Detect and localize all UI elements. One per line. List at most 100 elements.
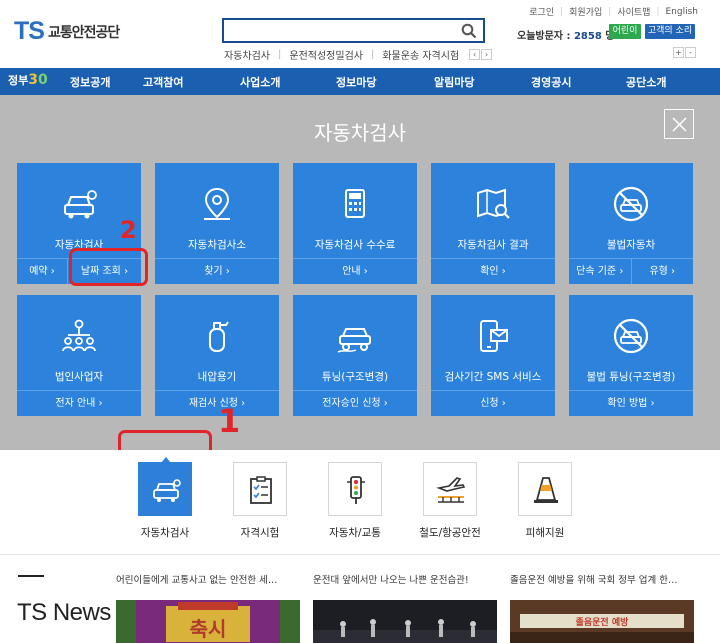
annotation-number-1: 1 [218,402,241,440]
tile-tuning: 튜닝(구조변경) 전자승인 신청 › [293,295,417,416]
category-tile[interactable] [328,462,382,516]
news-card[interactable]: 운전대 앞에서만 나오는 나쁜 운전습관! [313,572,497,643]
category-traffic[interactable]: 자동차/교통 [321,462,389,540]
reservation-link[interactable]: 예약 › [17,259,67,284]
search-icon[interactable] [461,23,477,39]
category-tile[interactable] [233,462,287,516]
category-tile[interactable] [138,457,192,516]
sms-apply-link[interactable]: 신청 › [431,391,555,416]
keyword-link[interactable]: 화물운송 자격시험 [382,47,459,62]
keyword-next-button[interactable]: › [481,49,493,60]
panel-title: 자동차검사 [314,121,406,145]
gov30-logo[interactable]: 정부30 [8,72,48,88]
calculator-icon [345,189,365,218]
reinspection-apply-link[interactable]: 재검사 신청 › [155,391,279,416]
category-rail-air[interactable]: 철도/항공안전 [416,462,484,540]
english-link[interactable]: English [666,7,699,17]
news-card[interactable]: 졸음운전 예방을 위해 국회 정부 업계 한… 졸음운전 예방 [510,572,694,643]
car-icon [64,190,97,219]
close-icon [672,117,687,132]
nav-item-customer[interactable]: 고객참여 [143,74,183,90]
nav-item-notice[interactable]: 알림마당 [434,74,474,90]
gas-cylinder-icon [209,321,229,352]
kids-button[interactable]: 어린이 [609,24,641,39]
search-input[interactable] [222,18,485,43]
visitor-count: 2858 [573,31,602,42]
category-exam[interactable]: 자격시험 [226,462,294,540]
tile-title: 자동차검사 수수료 [314,239,396,251]
news-image-text: 졸음운전 예방 [576,616,630,628]
login-link[interactable]: 로그인 [529,5,554,18]
news-divider [18,575,44,577]
close-button[interactable] [664,109,694,139]
visitor-counter: 오늘방문자 : 2858 명 [517,31,615,42]
no-car-icon [613,186,649,222]
fee-guide-link[interactable]: 안내 › [293,259,417,284]
tuned-car-icon [337,328,371,353]
category-label: 철도/항공안전 [419,527,481,539]
category-car-inspection[interactable]: 자동차검사 [131,457,199,540]
keyword-link[interactable]: 자동차검사 [224,47,270,62]
tile-title: 불법 튜닝(구조변경) [586,371,676,383]
news-section: TS News 어린이들에게 교통사고 없는 안전한 세… 축시 운전대 앞에서… [0,554,720,643]
nav-item-business[interactable]: 사업소개 [240,74,280,90]
active-caret [161,457,171,463]
logo-name: 교통안전공단 [47,24,120,41]
customer-voice-button[interactable]: 고객의 소리 [645,24,695,39]
news-headline[interactable]: 운전대 앞에서만 나오는 나쁜 운전습관! [313,572,497,586]
tile-illegal-vehicle: 불법자동차 단속 기준 › 유형 › [569,163,693,284]
category-damage-support[interactable]: 피해지원 [511,462,579,540]
approval-apply-link[interactable]: 전자승인 신청 › [293,391,417,416]
tile-title: 튜닝(구조변경) [321,371,389,383]
site-header: TS 교통안전공단 자동차검사 | 운전적성정밀검사 | 화물운송 자격시험 ‹… [0,0,720,68]
keyword-link[interactable]: 운전적성정밀검사 [289,47,363,62]
category-tile[interactable] [518,462,572,516]
tile-inspection-station: 자동차검사소 찾기 › [155,163,279,284]
category-tile[interactable] [423,462,477,516]
font-increase-button[interactable]: + [673,47,684,58]
site-logo[interactable]: TS 교통안전공단 [14,17,120,45]
car-inspection-icon [153,479,181,502]
popular-keywords: 자동차검사 | 운전적성정밀검사 | 화물운송 자격시험 ‹ › [224,47,493,62]
nav-item-management[interactable]: 경영공시 [531,74,571,90]
tile-title: 검사기간 SMS 서비스 [444,371,542,383]
category-label: 자격시험 [240,527,280,539]
news-thumbnail[interactable] [313,600,497,643]
tile-inspection-fee: 자동차검사 수수료 안내 › [293,163,417,284]
keyword-prev-button[interactable]: ‹ [469,49,481,60]
enforcement-criteria-link[interactable]: 단속 기준 › [569,259,631,284]
news-headline[interactable]: 어린이들에게 교통사고 없는 안전한 세… [116,572,300,586]
result-check-link[interactable]: 확인 › [431,259,555,284]
check-method-link[interactable]: 확인 방법 › [569,391,693,416]
logo-mark: TS [14,17,45,45]
tile-title: 불법자동차 [606,239,656,251]
sitemap-link[interactable]: 사이트맵 [617,5,650,18]
tile-sms-service: 검사기간 SMS 서비스 신청 › [431,295,555,416]
main-nav: 정부30 정보공개 고객참여 사업소개 정보마당 알림마당 경영공시 공단소개 [0,68,720,95]
news-headline[interactable]: 졸음운전 예방을 위해 국회 정부 업계 한… [510,572,694,586]
nav-item-about[interactable]: 공단소개 [626,74,666,90]
annotation-number-2: 2 [120,216,137,244]
annotation-highlight-2 [69,248,148,286]
news-card[interactable]: 어린이들에게 교통사고 없는 안전한 세… 축시 [116,572,300,643]
tile-illegal-tuning: 불법 튜닝(구조변경) 확인 방법 › [569,295,693,416]
tile-title: 법인사업자 [54,371,104,383]
news-thumbnail[interactable]: 졸음운전 예방 [510,600,694,643]
tile-title: 자동차검사소 [188,239,246,251]
find-link[interactable]: 찾기 › [155,259,279,284]
traffic-light-icon [347,476,365,504]
signup-link[interactable]: 회원가입 [569,5,602,18]
traffic-cone-icon [534,477,558,503]
category-label: 자동차검사 [140,527,190,539]
no-tuning-icon [613,318,649,354]
nav-item-info-disclosure[interactable]: 정보공개 [70,74,110,90]
nav-item-info-plaza[interactable]: 정보마당 [336,74,376,90]
electronic-guide-link[interactable]: 전자 안내 › [17,391,141,416]
tile-title: 자동차검사 결과 [457,239,529,251]
news-thumbnail[interactable]: 축시 [116,600,300,643]
phone-message-icon [480,320,508,352]
tile-corporate: 법인사업자 전자 안내 › [17,295,141,416]
violation-types-link[interactable]: 유형 › [630,259,694,284]
font-decrease-button[interactable]: - [685,47,696,58]
category-shortcuts: 자동차검사 자격시험 자동차/교통 철도/항공안전 피해지원 [0,450,720,554]
